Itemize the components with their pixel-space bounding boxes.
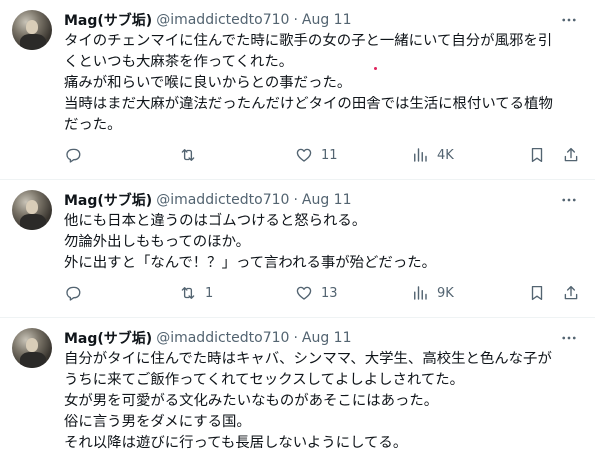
heart-icon — [296, 286, 312, 300]
avatar[interactable] — [12, 10, 52, 50]
avatar[interactable] — [12, 328, 52, 368]
views-button[interactable]: 9K — [411, 284, 454, 302]
tweet-text-line: 勿論外出しももってのほか。 — [64, 234, 251, 250]
tweet-text-line: それ以降は遊びに行っても長居しないようにしてる。 — [64, 435, 408, 451]
like-button[interactable]: 13 — [295, 284, 338, 302]
retweet-icon — [181, 149, 195, 161]
bookmark-icon — [531, 285, 543, 301]
like-button[interactable]: 11 — [295, 146, 338, 164]
tweet-text: 他にも日本と違うのはゴムつけると怒られる。 勿論外出しももってのほか。 外に出す… — [64, 211, 579, 274]
reply-button[interactable] — [64, 146, 90, 164]
timestamp[interactable]: Aug 11 — [302, 192, 352, 208]
share-button[interactable] — [562, 284, 580, 302]
more-options-button[interactable] — [559, 12, 579, 28]
retweet-button[interactable] — [179, 146, 205, 164]
like-count: 11 — [321, 147, 338, 163]
separator-dot: · — [293, 330, 298, 346]
reply-icon — [66, 148, 81, 163]
more-horizontal-icon — [562, 336, 576, 340]
separator-dot: · — [293, 12, 298, 28]
like-count: 13 — [321, 285, 338, 301]
retweet-count: 1 — [205, 285, 214, 301]
tweet-header: Mag(サブ垢) @imaddictedto710 · Aug 11 — [64, 190, 579, 210]
share-icon — [564, 147, 578, 162]
bookmark-button[interactable] — [528, 284, 546, 302]
display-name[interactable]: Mag(サブ垢) — [64, 328, 152, 348]
avatar[interactable] — [12, 190, 52, 230]
more-horizontal-icon — [562, 198, 576, 202]
reply-button[interactable] — [64, 284, 90, 302]
tweet-content: Mag(サブ垢) @imaddictedto710 · Aug 11 自分がタイ… — [64, 328, 579, 467]
bookmark-icon — [531, 147, 543, 163]
tweet-text-line: だった。 — [64, 117, 122, 133]
views-button[interactable]: 4K — [411, 146, 454, 164]
tweet-actions: 1 13 9K — [64, 283, 579, 303]
more-options-button[interactable] — [559, 192, 579, 208]
share-icon — [564, 285, 578, 300]
timestamp[interactable]: Aug 11 — [302, 330, 352, 346]
tweet-text-line: うちに来てご飯作ってくれてセックスしてよしよしされてた。 — [64, 372, 465, 388]
tweet-text-line: 外に出すと「なんで！？」って言われる事が殆どだった。 — [64, 255, 436, 271]
user-handle[interactable]: @imaddictedto710 — [156, 330, 289, 346]
more-horizontal-icon — [562, 18, 576, 22]
display-name[interactable]: Mag(サブ垢) — [64, 10, 152, 30]
tweet-header: Mag(サブ垢) @imaddictedto710 · Aug 11 — [64, 328, 579, 348]
views-chart-icon — [414, 148, 427, 162]
view-count: 9K — [437, 285, 454, 301]
view-count: 4K — [437, 147, 454, 163]
red-dot-marker — [374, 67, 377, 70]
tweet-text-line: 痛みが和らいで喉に良いからとの事だった。 — [64, 75, 352, 91]
tweet[interactable]: Mag(サブ垢) @imaddictedto710 · Aug 11 自分がタイ… — [0, 318, 595, 467]
tweet-text-line: 俗に言う男をダメにする国。 — [64, 414, 251, 430]
bookmark-button[interactable] — [528, 146, 546, 164]
tweet[interactable]: Mag(サブ垢) @imaddictedto710 · Aug 11 他にも日本… — [0, 180, 595, 318]
user-handle[interactable]: @imaddictedto710 — [156, 192, 289, 208]
tweet-text: 自分がタイに住んでた時はキャバ、シンママ、大学生、高校生と色んな子が うちに来て… — [64, 349, 579, 454]
tweet-text-line: 女が男を可愛がる文化みたいなものがあそこにはあった。 — [64, 393, 439, 409]
separator-dot: · — [293, 192, 298, 208]
more-options-button[interactable] — [559, 330, 579, 346]
reply-icon — [66, 286, 81, 301]
views-chart-icon — [414, 286, 427, 300]
tweet-text-line: 他にも日本と違うのはゴムつけると怒られる。 — [64, 213, 367, 229]
tweet[interactable]: Mag(サブ垢) @imaddictedto710 · Aug 11 タイのチェ… — [0, 0, 595, 180]
share-button[interactable] — [562, 146, 580, 164]
tweet-text: タイのチェンマイに住んでた時に歌手の女の子と一緒にいて自分が風邪を引 くといつも… — [64, 31, 579, 136]
retweet-button[interactable]: 1 — [179, 284, 213, 302]
retweet-icon — [181, 287, 195, 299]
tweet-text-line: くといつも大麻茶を作ってくれた。 — [64, 54, 294, 70]
display-name[interactable]: Mag(サブ垢) — [64, 190, 152, 210]
heart-icon — [296, 148, 312, 162]
tweet-actions: 11 4K — [64, 145, 579, 165]
tweet-text-line: 自分がタイに住んでた時はキャバ、シンママ、大学生、高校生と色んな子が — [64, 351, 552, 367]
tweet-text-line: 当時はまだ大麻が違法だったんだけどタイの田舎では生活に根付いてる植物 — [64, 96, 553, 112]
user-handle[interactable]: @imaddictedto710 — [156, 12, 289, 28]
timestamp[interactable]: Aug 11 — [302, 12, 352, 28]
tweet-text-line: タイのチェンマイに住んでた時に歌手の女の子と一緒にいて自分が風邪を引 — [64, 33, 553, 49]
tweet-header: Mag(サブ垢) @imaddictedto710 · Aug 11 — [64, 10, 579, 30]
